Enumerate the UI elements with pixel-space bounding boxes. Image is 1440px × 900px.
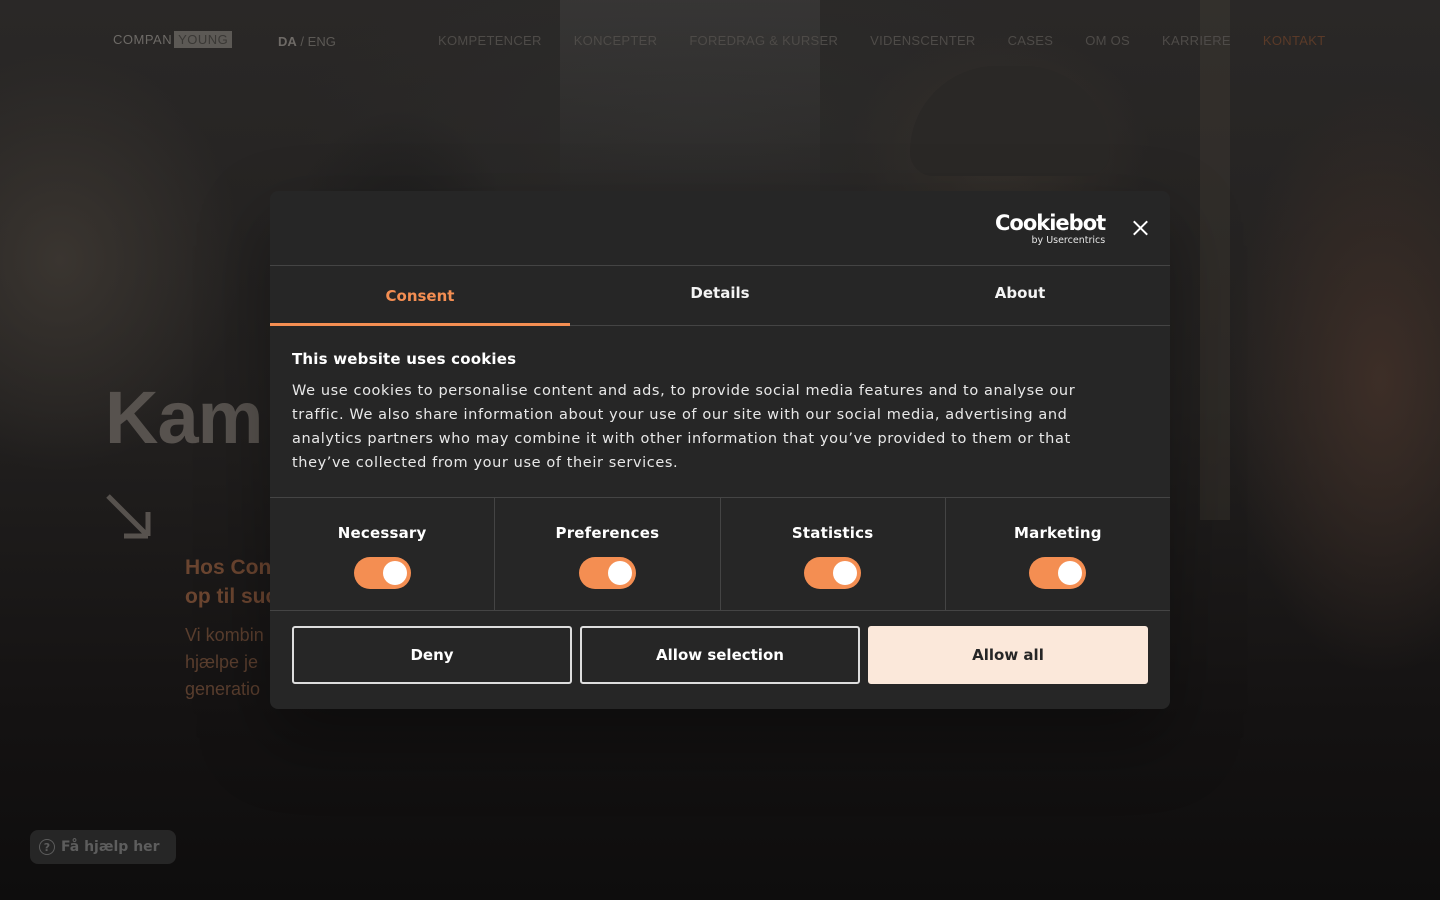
nav-item-karriere[interactable]: KARRIERE: [1162, 33, 1231, 48]
nav-item-koncepter[interactable]: KONCEPTER: [574, 33, 658, 48]
tab-details[interactable]: Details: [570, 266, 870, 325]
arrow-down-right-icon: [106, 494, 151, 539]
preferences-toggle[interactable]: [578, 557, 636, 589]
consent-body: We use cookies to personalise content an…: [292, 383, 1076, 471]
consent-content: This website uses cookies We use cookies…: [270, 326, 1170, 498]
cookie-consent-dialog: Cookiebot by Usercentrics Consent Detail…: [270, 191, 1170, 709]
background-cap: [910, 66, 1110, 176]
consent-heading: This website uses cookies: [292, 350, 517, 368]
lang-da[interactable]: DA: [278, 34, 297, 49]
cookiebot-logo[interactable]: Cookiebot by Usercentrics: [995, 211, 1106, 247]
level-label: Marketing: [1014, 524, 1102, 542]
tab-about[interactable]: About: [870, 266, 1170, 325]
help-label: Få hjælp her: [61, 839, 160, 855]
nav-item-foredrag[interactable]: FOREDRAG & KURSER: [689, 33, 838, 48]
consent-levels: Necessary Preferences Statistics Marketi…: [270, 498, 1170, 611]
level-label: Necessary: [337, 524, 427, 542]
tab-consent[interactable]: Consent: [270, 266, 570, 326]
close-icon[interactable]: [1131, 219, 1149, 237]
dialog-actions: Deny Allow selection Allow all: [270, 611, 1170, 699]
language-switcher: DA / ENG: [278, 34, 336, 49]
dialog-tabs: Consent Details About: [270, 266, 1170, 326]
level-necessary: Necessary: [270, 498, 496, 610]
nav-item-videnscenter[interactable]: VIDENSCENTER: [870, 33, 975, 48]
question-icon: ?: [39, 839, 55, 855]
marketing-toggle[interactable]: [1029, 557, 1087, 589]
brand-by: by Usercentrics: [1031, 235, 1106, 246]
lang-en[interactable]: ENG: [308, 34, 336, 49]
nav-item-kompetencer[interactable]: KOMPETENCER: [438, 33, 542, 48]
help-button[interactable]: ? Få hjælp her: [30, 830, 176, 864]
toggle-knob: [833, 561, 858, 585]
main-nav: KOMPETENCER KONCEPTER FOREDRAG & KURSER …: [438, 33, 1325, 48]
level-label: Statistics: [791, 524, 874, 542]
hero-title: Kam: [105, 376, 263, 459]
toggle-knob: [1058, 561, 1083, 585]
toggle-knob: [382, 561, 407, 585]
allow-selection-button[interactable]: Allow selection: [580, 626, 860, 684]
background-window: [560, 0, 820, 200]
site-logo[interactable]: COMPAN YOUNG: [113, 31, 233, 48]
level-marketing: Marketing: [946, 498, 1170, 610]
necessary-toggle[interactable]: [353, 557, 411, 589]
nav-item-kontakt[interactable]: KONTAKT: [1263, 33, 1326, 48]
level-label: Preferences: [555, 524, 660, 542]
level-statistics: Statistics: [721, 498, 946, 610]
dialog-header: Cookiebot by Usercentrics: [270, 191, 1170, 266]
logo-text-left: COMPAN: [113, 32, 173, 47]
level-preferences: Preferences: [495, 498, 721, 610]
statistics-toggle[interactable]: [804, 557, 862, 589]
deny-button[interactable]: Deny: [292, 626, 572, 684]
toggle-knob: [607, 561, 632, 585]
logo-text-right: YOUNG: [174, 31, 233, 48]
brand-name: Cookiebot: [995, 211, 1106, 235]
allow-all-button[interactable]: Allow all: [868, 626, 1148, 684]
nav-item-om-os[interactable]: OM OS: [1085, 33, 1130, 48]
nav-item-cases[interactable]: CASES: [1008, 33, 1054, 48]
background-pillar: [1200, 0, 1230, 520]
lang-separator: /: [300, 34, 305, 49]
